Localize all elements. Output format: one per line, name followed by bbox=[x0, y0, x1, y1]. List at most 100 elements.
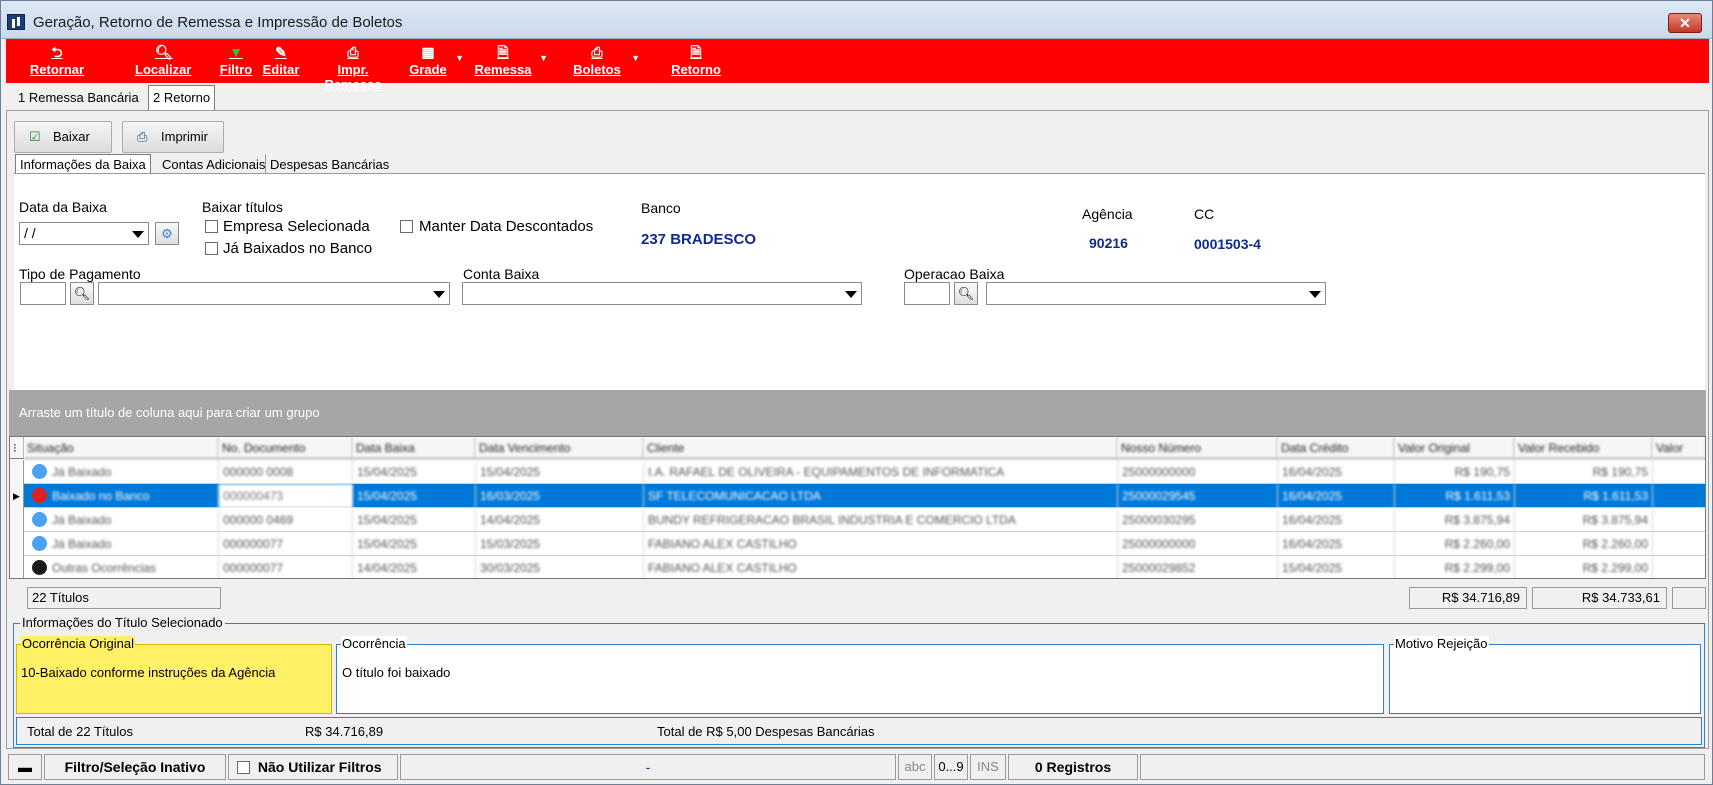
check-document-icon: ☑ bbox=[29, 129, 41, 144]
total-original: R$ 34.716,89 bbox=[1409, 587, 1527, 609]
cell-venc: 14/04/2025 bbox=[476, 508, 644, 532]
operacao-baixa-select[interactable] bbox=[986, 282, 1326, 305]
ja-baixados-checkbox[interactable] bbox=[205, 242, 218, 255]
ocorrencia-value: O título foi baixado bbox=[342, 665, 451, 680]
cell-baixa: 15/04/2025 bbox=[353, 460, 476, 484]
tipo-pagamento-label: Tipo de Pagamento bbox=[19, 266, 141, 282]
cell-cliente: BUNDY REFRIGERACAO BRASIL INDUSTRIA E CO… bbox=[644, 508, 1118, 532]
manter-data-checkbox[interactable] bbox=[400, 220, 413, 233]
cc-label: CC bbox=[1194, 206, 1215, 222]
search-icon[interactable]: 🔍︎ bbox=[70, 282, 94, 305]
tipo-pagamento-select[interactable] bbox=[98, 282, 450, 305]
cell-nosso: 25000030295 bbox=[1118, 508, 1278, 532]
ocorrencia-box: Ocorrência O título foi baixado bbox=[336, 636, 1384, 714]
window-title: Geração, Retorno de Remessa e Impressão … bbox=[33, 14, 403, 31]
cell-baixa: 15/04/2025 bbox=[353, 532, 476, 556]
group-by-area[interactable]: Arraste um título de coluna aqui para cr… bbox=[9, 390, 1706, 436]
baixar-button[interactable]: ☑ Baixar bbox=[14, 121, 112, 153]
table-row[interactable]: Outras Ocorrências 000000077 14/04/2025 30/… bbox=[10, 556, 1705, 578]
funnel-icon: ▼ bbox=[229, 44, 243, 60]
cell-cliente: SF TELECOMUNICACAO LTDA bbox=[644, 484, 1118, 508]
cell-baixa: 15/04/2025 bbox=[353, 484, 476, 508]
impr-remessa-button[interactable]: ⎙ Impr. Remessa bbox=[308, 41, 398, 92]
search-icon[interactable]: 🔍︎ bbox=[954, 282, 978, 305]
filtro-label: Filtro bbox=[219, 62, 253, 77]
table-row[interactable]: Já Baixado 000000 0008 15/04/2025 15/04/202… bbox=[10, 460, 1705, 484]
col-documento[interactable]: No. Documento bbox=[219, 437, 353, 459]
grid-menu-icon[interactable]: ⁝ bbox=[10, 437, 24, 459]
cell-credito: 16/04/2025 bbox=[1278, 508, 1395, 532]
editar-button[interactable]: ✎ Editar bbox=[261, 41, 301, 81]
tipo-pagamento-code-input[interactable] bbox=[20, 282, 66, 305]
grid-icon: ▦ bbox=[421, 44, 435, 60]
empresa-selecionada-checkbox[interactable] bbox=[205, 220, 218, 233]
keyboard-icon: ▬ bbox=[8, 754, 42, 780]
tab-retorno[interactable]: 2 Retorno bbox=[148, 85, 216, 111]
col-situacao[interactable]: Situação bbox=[24, 437, 219, 459]
row-indicator: ▶ bbox=[10, 484, 24, 508]
empresa-selecionada-label: Empresa Selecionada bbox=[223, 218, 370, 235]
data-baixa-field[interactable]: / / bbox=[19, 222, 149, 245]
main-toolbar: ⮌ Retornar 🔍︎ Localizar ▼ Filtro ✎ Edita… bbox=[6, 39, 1709, 92]
cell-credito: 16/04/2025 bbox=[1278, 532, 1395, 556]
filtro-button[interactable]: ▼ Filtro bbox=[218, 41, 254, 81]
registros-count: 0 Registros bbox=[1008, 754, 1138, 780]
chevron-down-icon[interactable] bbox=[845, 291, 857, 298]
operacao-baixa-label: Operacao Baixa bbox=[904, 266, 1005, 282]
printer-icon: ⎙ bbox=[137, 129, 148, 144]
col-data-credito[interactable]: Data Crédito bbox=[1278, 437, 1395, 459]
col-nosso-numero[interactable]: Nosso Número bbox=[1118, 437, 1278, 459]
imprimir-button[interactable]: ⎙ Imprimir bbox=[122, 121, 224, 153]
cell-cliente: FABIANO ALEX CASTILHO bbox=[644, 556, 1118, 578]
calendar-picker-icon[interactable]: ⚙ bbox=[155, 222, 179, 245]
cell-situacao: Já Baixado bbox=[24, 460, 219, 484]
row-indicator bbox=[10, 556, 24, 578]
operacao-baixa-code-input[interactable] bbox=[904, 282, 950, 305]
cell-situacao: Já Baixado bbox=[24, 508, 219, 532]
data-baixa-label: Data da Baixa bbox=[19, 199, 107, 215]
boletos-button[interactable]: ⎙ Boletos ▼ bbox=[570, 41, 640, 81]
retorno-button[interactable]: 🗎 Retorno bbox=[668, 41, 724, 81]
conta-baixa-select[interactable] bbox=[462, 282, 862, 305]
col-valor-original[interactable]: Valor Original bbox=[1395, 437, 1515, 459]
nao-utilizar-filtros-toggle[interactable]: Não Utilizar Filtros bbox=[228, 754, 398, 780]
app-window: Geração, Retorno de Remessa e Impressão … bbox=[0, 0, 1713, 785]
table-row[interactable]: ▶ Baixado no Banco 000000473 15/04/2025 16/0… bbox=[10, 484, 1705, 508]
cell-credito: 15/04/2025 bbox=[1278, 556, 1395, 578]
grade-button[interactable]: ▦ Grade ▼ bbox=[408, 41, 464, 81]
cell-nosso: 25000029852 bbox=[1118, 556, 1278, 578]
total-recebido: R$ 34.733,61 bbox=[1532, 587, 1667, 609]
chevron-down-icon[interactable] bbox=[132, 231, 144, 238]
cell-venc: 16/03/2025 bbox=[476, 484, 644, 508]
remessa-dropdown-icon[interactable]: ▼ bbox=[539, 53, 548, 63]
total-titulos: Total de 22 Títulos bbox=[27, 724, 133, 739]
close-button[interactable]: ✕ bbox=[1668, 13, 1702, 33]
chevron-down-icon[interactable] bbox=[1309, 291, 1321, 298]
nao-utilizar-filtros-checkbox[interactable] bbox=[237, 761, 250, 774]
titulo-selecionado-label: Informações do Título Selecionado bbox=[20, 615, 225, 630]
total-valor: R$ 34.716,89 bbox=[305, 724, 384, 739]
table-row[interactable]: Já Baixado 000000 0469 15/04/2025 14/04/202… bbox=[10, 508, 1705, 532]
localizar-button[interactable]: 🔍︎ Localizar bbox=[135, 41, 191, 81]
col-data-vencimento[interactable]: Data Vencimento bbox=[476, 437, 644, 459]
retornar-button[interactable]: ⮌ Retornar bbox=[26, 41, 88, 81]
cell-original: R$ 1.611,53 bbox=[1395, 484, 1515, 508]
col-valor-extra[interactable]: Valor bbox=[1653, 437, 1705, 459]
grid-summary: 22 Títulos R$ 34.716,89 R$ 34.733,61 bbox=[9, 584, 1706, 612]
app-icon bbox=[7, 14, 25, 30]
cell-nosso: 25000000000 bbox=[1118, 460, 1278, 484]
titulo-selecionado-group: Informações do Título Selecionado Ocorrê… bbox=[13, 615, 1705, 748]
retorno-label: Retorno bbox=[671, 62, 721, 77]
remessa-button[interactable]: 🗎 Remessa ▼ bbox=[474, 41, 548, 81]
tab-remessa-bancaria[interactable]: 1 Remessa Bancária bbox=[13, 85, 144, 111]
chevron-down-icon[interactable] bbox=[433, 291, 445, 298]
col-valor-recebido[interactable]: Valor Recebido bbox=[1515, 437, 1653, 459]
table-row[interactable]: Já Baixado 000000077 15/04/2025 15/03/2025 F… bbox=[10, 532, 1705, 556]
cell-recebido: R$ 3.875,94 bbox=[1515, 508, 1653, 532]
col-data-baixa[interactable]: Data Baixa bbox=[353, 437, 476, 459]
motivo-rejeicao-box: Motivo Rejeição bbox=[1389, 636, 1701, 714]
ocorrencia-original-value: 10-Baixado conforme instruções da Agênci… bbox=[21, 665, 276, 680]
grade-dropdown-icon[interactable]: ▼ bbox=[455, 53, 464, 63]
boletos-dropdown-icon[interactable]: ▼ bbox=[631, 53, 640, 63]
col-cliente[interactable]: Cliente bbox=[644, 437, 1118, 459]
